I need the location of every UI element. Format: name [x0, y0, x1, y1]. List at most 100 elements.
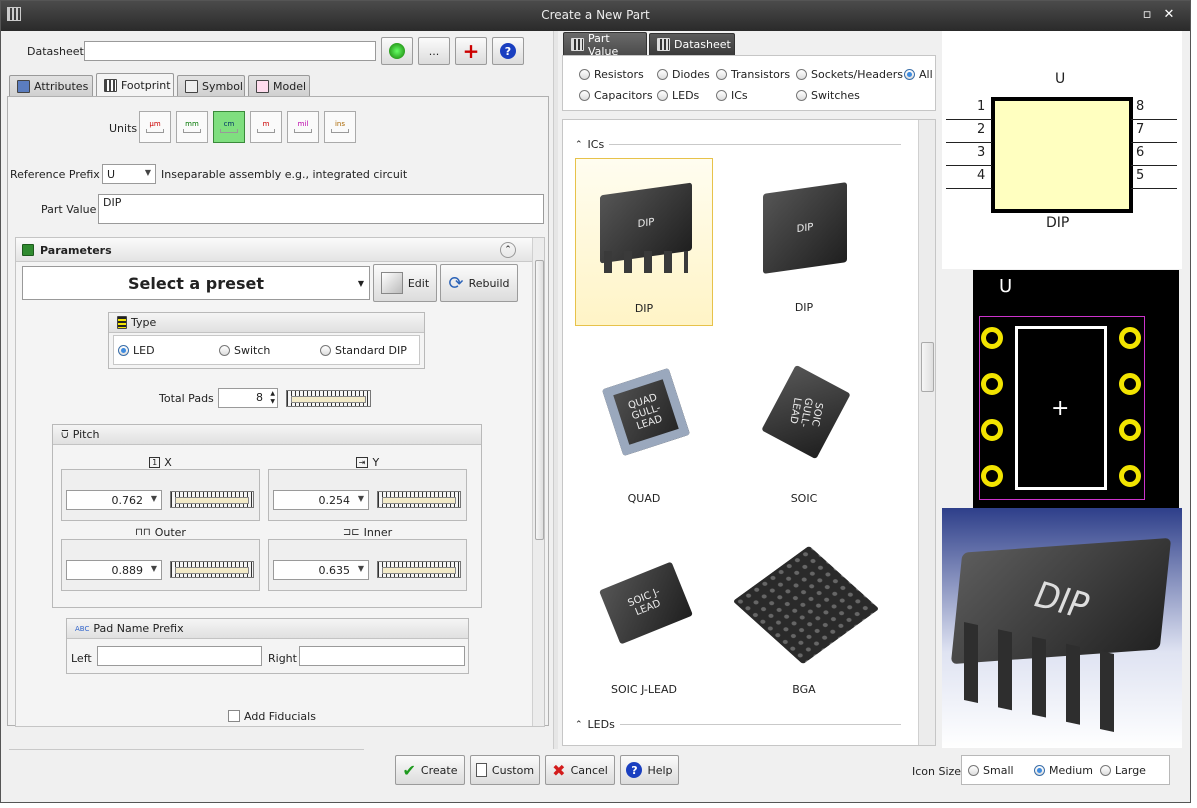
button-label: Cancel: [570, 763, 608, 777]
radio-label: LEDs: [672, 89, 700, 102]
pitch-x-slider[interactable]: [170, 491, 254, 508]
parameters-header: Parameters ⌃: [16, 238, 532, 262]
pin-number: 6: [1136, 145, 1145, 160]
filter-all[interactable]: All: [904, 68, 933, 81]
total-pads-input[interactable]: 8 ▲ ▼: [218, 388, 278, 408]
scroll-thumb[interactable]: [921, 342, 934, 392]
icon-size-large[interactable]: Large: [1100, 764, 1146, 777]
help-button[interactable]: ? Help: [620, 755, 679, 785]
filter-capacitors[interactable]: Capacitors: [579, 89, 653, 102]
pitch-inner-slider[interactable]: [377, 561, 461, 578]
type-title: Type: [131, 316, 157, 329]
filter-transistors[interactable]: Transistors: [716, 68, 790, 81]
unit-m[interactable]: m: [250, 111, 282, 143]
pad-name-prefix-header: ABC Pad Name Prefix: [67, 619, 468, 639]
gallery-item-bga[interactable]: BGA: [732, 540, 880, 708]
gallery-item-dip-2[interactable]: DIP DIP: [735, 158, 873, 326]
tab-attributes[interactable]: Attributes: [9, 75, 93, 97]
tab-symbol[interactable]: Symbol: [177, 75, 245, 97]
chevron-down-icon: ▼: [144, 168, 151, 177]
maximize-icon[interactable]: ▫: [1139, 7, 1155, 23]
section-label: ICs: [587, 138, 605, 151]
symbol-ref: U: [1055, 71, 1066, 87]
pitch-y-slider[interactable]: [377, 491, 461, 508]
section-leds[interactable]: ⌃ LEDs: [575, 718, 901, 731]
reference-prefix-select[interactable]: U ▼: [102, 164, 156, 184]
scroll-thumb[interactable]: [535, 260, 544, 540]
section-ics[interactable]: ⌃ ICs: [575, 138, 901, 151]
rebuild-button[interactable]: ⟳ Rebuild: [440, 264, 518, 302]
icon-size-medium[interactable]: Medium: [1034, 764, 1093, 777]
edit-button[interactable]: Edit: [373, 264, 437, 302]
add-button[interactable]: +: [455, 37, 487, 65]
spinner-icon[interactable]: ▲ ▼: [270, 390, 275, 406]
tab-datasheet[interactable]: Datasheet: [649, 33, 735, 55]
pitch-inner-header: ⊐⊏ Inner: [269, 526, 466, 539]
browse-button[interactable]: ...: [418, 37, 450, 65]
pad: [1119, 373, 1141, 395]
tab-model[interactable]: Model: [248, 75, 310, 97]
filter-resistors[interactable]: Resistors: [579, 68, 644, 81]
parameters-scrollbar[interactable]: [532, 238, 544, 726]
web-button[interactable]: [381, 37, 413, 65]
datasheet-input[interactable]: [84, 41, 376, 61]
unit-um[interactable]: µm: [139, 111, 171, 143]
pad-name-prefix-group: ABC Pad Name Prefix Left Right: [66, 618, 469, 674]
type-standard-dip-radio[interactable]: Standard DIP: [320, 344, 407, 357]
total-pads-label: Total Pads: [159, 392, 214, 405]
type-led-radio[interactable]: LED: [118, 344, 155, 357]
gallery-scrollbar[interactable]: [918, 120, 935, 745]
filter-diodes[interactable]: Diodes: [657, 68, 710, 81]
gallery-item-soic[interactable]: SOIC GULL-LEAD SOIC: [735, 349, 873, 517]
chip-label: DIP: [796, 221, 814, 235]
preset-select[interactable]: Select a preset ▼: [22, 266, 370, 300]
add-fiducials-checkbox[interactable]: [228, 710, 240, 722]
custom-button[interactable]: Custom: [470, 755, 540, 785]
chip-label: SOIC GULL-LEAD: [787, 396, 825, 428]
icon-size-small[interactable]: Small: [968, 764, 1014, 777]
collapse-icon: ⌃: [575, 139, 583, 150]
pitch-inner-select[interactable]: 0.635 ▼: [273, 560, 369, 580]
item-caption: DIP: [634, 302, 654, 315]
collapse-icon[interactable]: ⌃: [500, 242, 516, 258]
gallery-item-quad[interactable]: QUAD GULL-LEAD QUAD: [575, 349, 713, 517]
gallery-item-dip-1[interactable]: DIP DIP: [575, 158, 713, 326]
part-value-input[interactable]: DIP: [98, 194, 544, 224]
unit-ins[interactable]: ins: [324, 111, 356, 143]
radio-icon: [579, 69, 590, 80]
filter-ics[interactable]: ICs: [716, 89, 748, 102]
tab-footprint[interactable]: Footprint: [96, 73, 174, 97]
filter-leds[interactable]: LEDs: [657, 89, 699, 102]
pad: [981, 419, 1003, 441]
info-button[interactable]: ?: [492, 37, 524, 65]
tab-label: Datasheet: [674, 38, 731, 51]
unit-mm[interactable]: mm: [176, 111, 208, 143]
chip-label: DIP: [637, 216, 655, 230]
type-switch-radio[interactable]: Switch: [219, 344, 270, 357]
tab-part-value[interactable]: Part Value: [563, 32, 647, 58]
radio-icon: [657, 69, 668, 80]
pad-right-input[interactable]: [299, 646, 465, 666]
pitch-x-select[interactable]: 0.762 ▼: [66, 490, 162, 510]
radio-selected-icon: [118, 345, 129, 356]
gallery-item-soic-j-lead[interactable]: SOIC J-LEAD SOIC J-LEAD: [575, 540, 713, 708]
unit-cm[interactable]: cm: [213, 111, 245, 143]
total-pads-slider[interactable]: [286, 390, 371, 407]
unit-mil[interactable]: mil: [287, 111, 319, 143]
create-button[interactable]: ✔ Create: [395, 755, 465, 785]
close-icon[interactable]: ✕: [1161, 7, 1177, 23]
abc-icon: ABC: [75, 624, 90, 633]
pad-left-label: Left: [71, 652, 92, 665]
radio-icon: [796, 90, 807, 101]
pad-left-input[interactable]: [97, 646, 262, 666]
filter-sockets-headers[interactable]: Sockets/Headers: [796, 68, 903, 81]
splitter[interactable]: [553, 31, 558, 749]
cancel-button[interactable]: ✖ Cancel: [545, 755, 615, 785]
chevron-down-icon: ▼: [357, 564, 364, 573]
pitch-outer-select[interactable]: 0.889 ▼: [66, 560, 162, 580]
pitch-outer-slider[interactable]: [170, 561, 254, 578]
pitch-y-select[interactable]: 0.254 ▼: [273, 490, 369, 510]
pad: [981, 373, 1003, 395]
radio-icon: [716, 90, 727, 101]
filter-switches[interactable]: Switches: [796, 89, 860, 102]
